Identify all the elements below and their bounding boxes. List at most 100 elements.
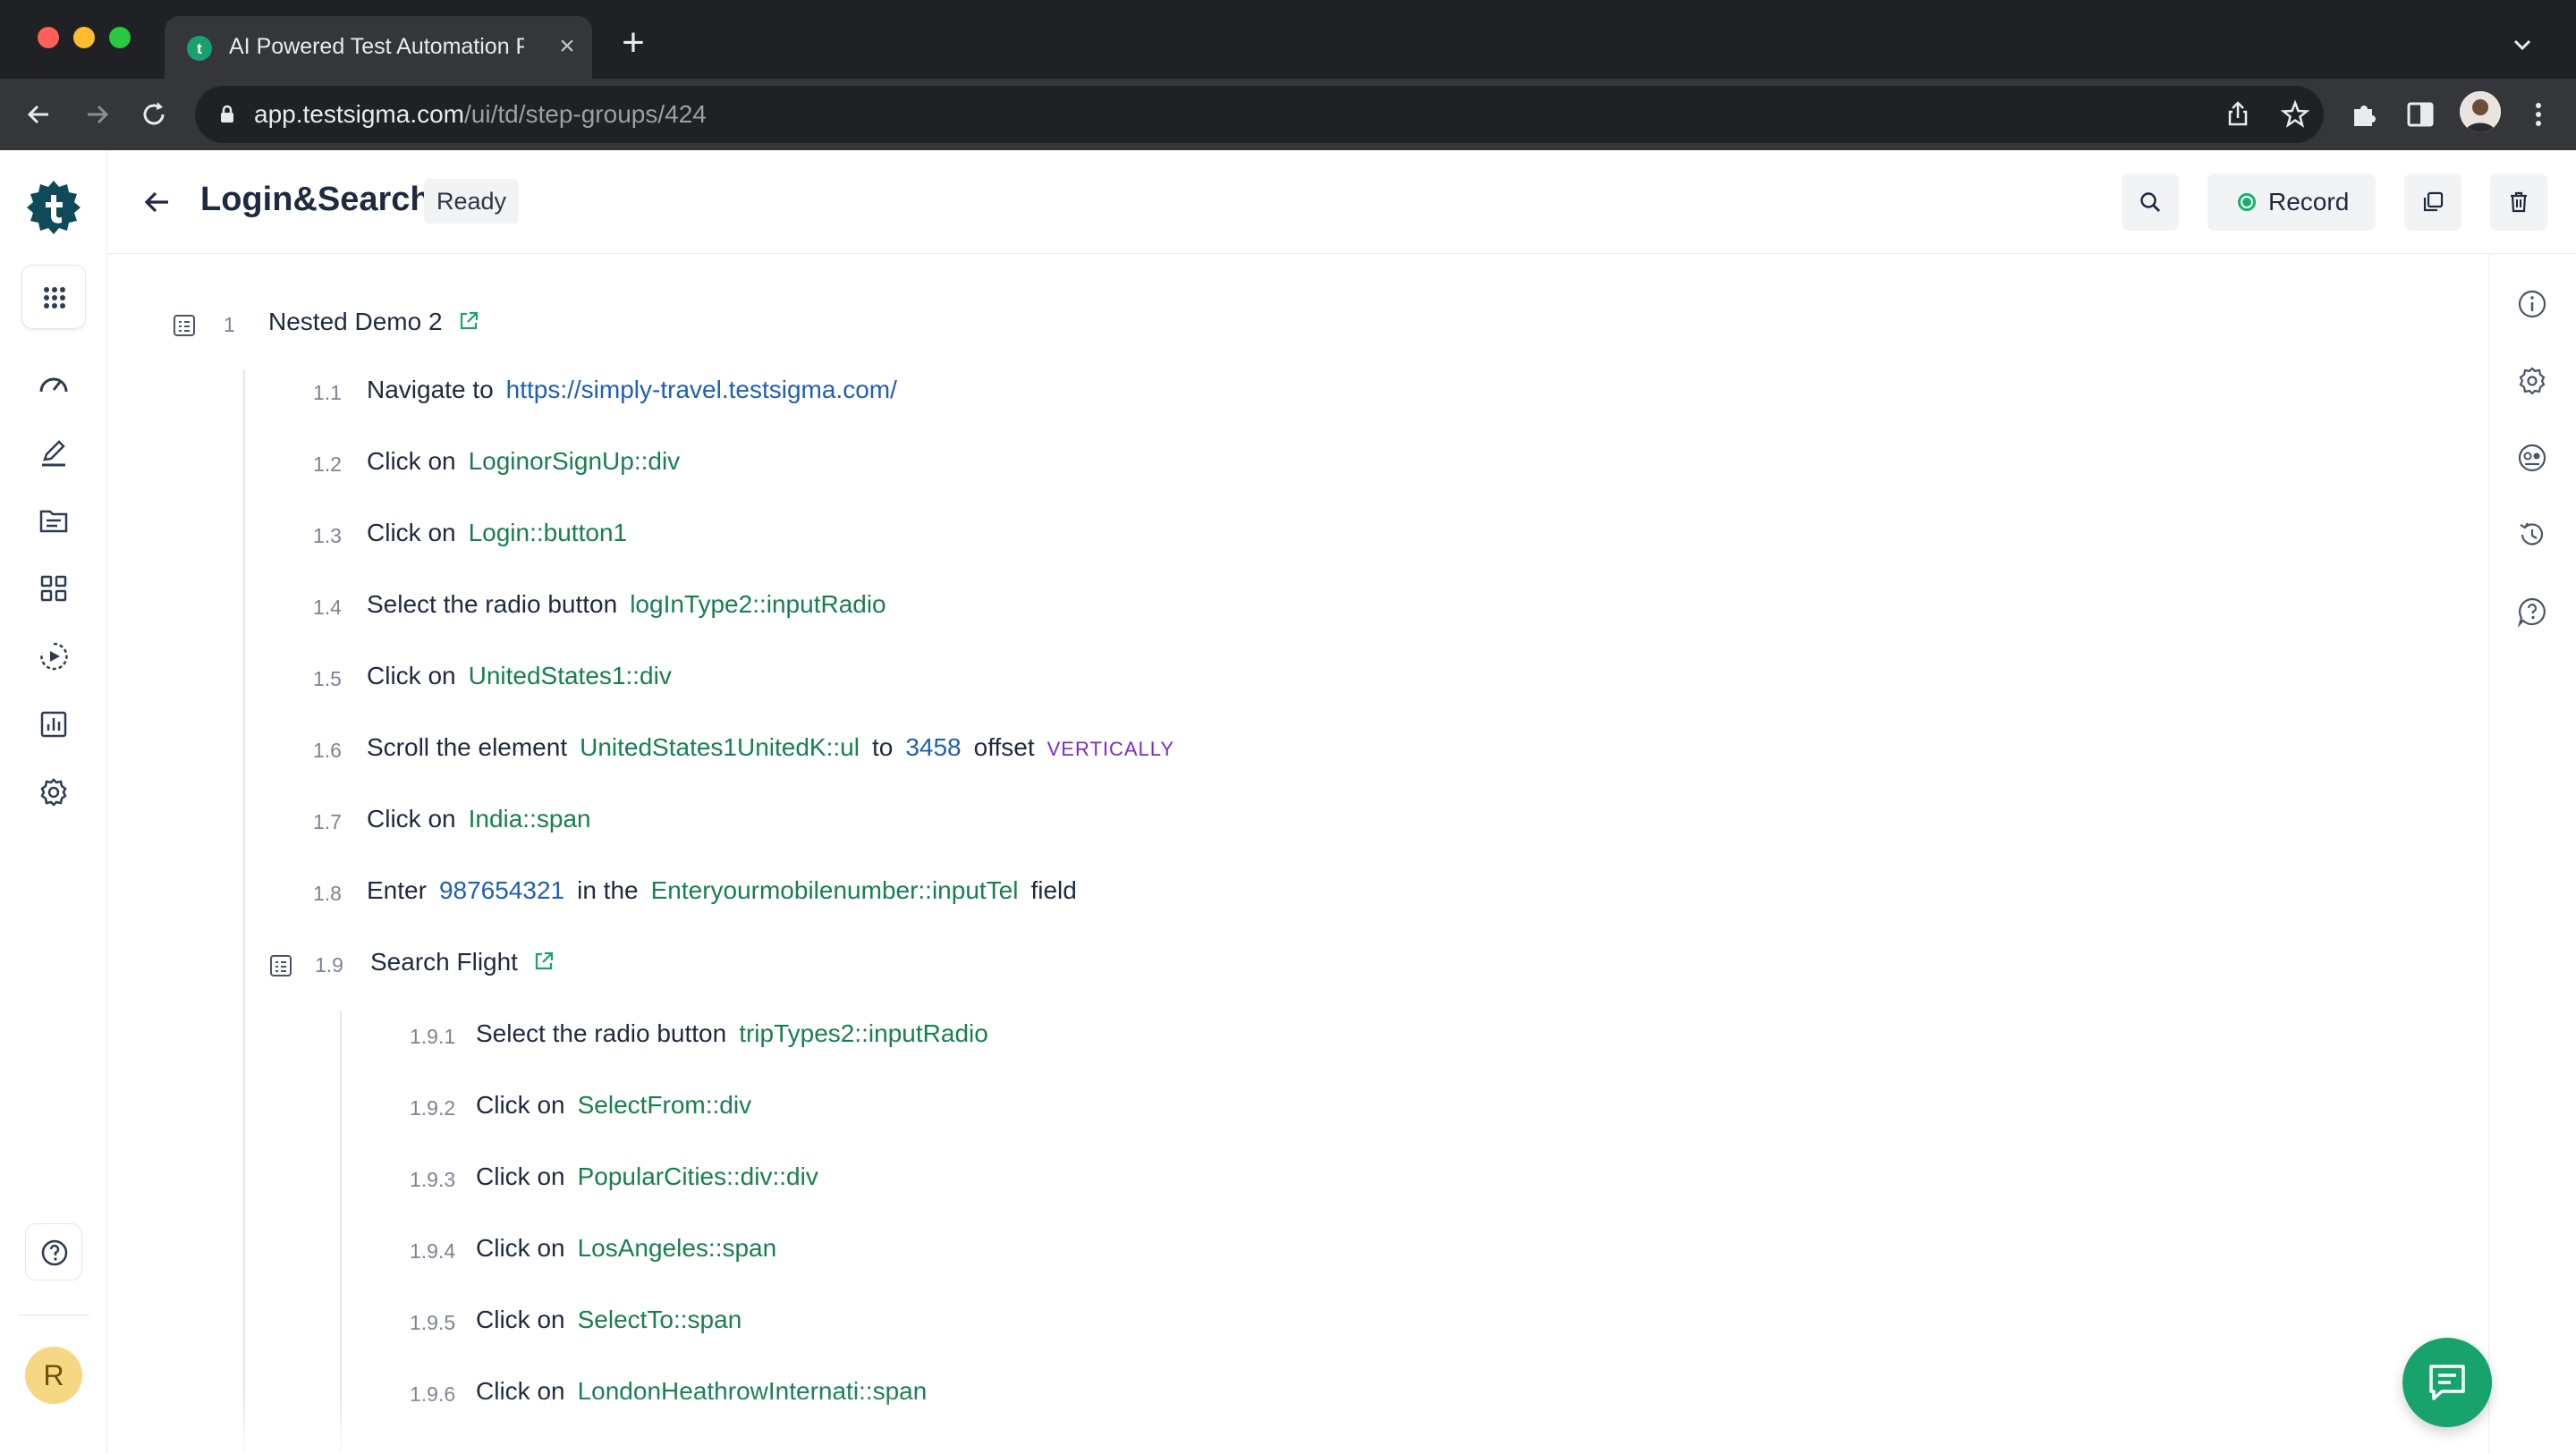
reports-chart-icon[interactable] — [36, 706, 72, 742]
step-group-row[interactable]: 1 Nested Demo 2 — [172, 299, 977, 352]
chat-message-icon — [2429, 1365, 2465, 1400]
maximize-window-button[interactable] — [109, 27, 131, 48]
step-text: Click on PopularCities::div::div — [476, 1162, 831, 1191]
action-text: Click on — [476, 1306, 565, 1333]
record-label: Record — [2268, 188, 2350, 216]
user-avatar[interactable]: R — [25, 1347, 82, 1404]
search-button[interactable] — [2122, 173, 2179, 231]
testsigma-logo-icon[interactable] — [25, 179, 82, 236]
settings-gear-icon[interactable] — [36, 774, 72, 810]
tab-search-chevron-icon[interactable] — [2504, 27, 2540, 63]
element-reference[interactable]: LondonHeathrowInternati::span — [578, 1377, 928, 1405]
address-bar[interactable]: app.testsigma.com/ui/td/step-groups/424 — [195, 86, 2324, 143]
step-row[interactable]: 1.9.4 Click on LosAngeles::span — [410, 1225, 1662, 1279]
step-row[interactable]: 1.9.6 Click on LondonHeathrowInternati::sp… — [410, 1368, 1662, 1422]
element-reference[interactable]: logInType2::inputRadio — [630, 590, 886, 618]
info-icon[interactable] — [2516, 288, 2548, 320]
element-reference[interactable]: SelectTo::span — [578, 1306, 742, 1333]
action-text: to — [871, 733, 894, 761]
reload-icon[interactable] — [136, 97, 172, 132]
tab-title: AI Powered Test Automation P — [229, 34, 524, 59]
element-reference[interactable]: SelectFrom::div — [578, 1091, 752, 1119]
step-number: 1.5 — [313, 667, 342, 690]
step-row[interactable]: 1.4 Select the radio button logInType2::in… — [313, 581, 1565, 635]
step-number: 1.9.6 — [410, 1382, 456, 1406]
element-reference[interactable]: PopularCities::div::div — [578, 1162, 818, 1190]
share-icon[interactable] — [2222, 98, 2254, 131]
element-reference[interactable]: LoginorSignUp::div — [469, 447, 681, 475]
back-arrow-icon[interactable] — [21, 97, 57, 132]
profile-avatar[interactable] — [2460, 91, 2501, 132]
minimize-window-button[interactable] — [73, 27, 95, 48]
step-text: Click on India::span — [367, 805, 604, 833]
help-button[interactable] — [25, 1223, 82, 1281]
action-text: Click on — [367, 662, 456, 689]
step-number: 1.9.2 — [410, 1096, 456, 1120]
test-data-icon[interactable] — [2516, 442, 2548, 474]
action-text: Click on — [476, 1234, 565, 1262]
record-dot-icon — [2238, 193, 2256, 211]
step-row[interactable]: 1.7 Click on India::span — [313, 796, 1565, 850]
dashboard-speedometer-icon[interactable] — [36, 367, 72, 402]
right-panel — [2488, 254, 2576, 1454]
test-value[interactable]: 987654321 — [439, 876, 564, 904]
step-row[interactable]: 1.2 Click on LoginorSignUp::div — [313, 438, 1565, 492]
history-icon[interactable] — [2516, 519, 2548, 551]
run-play-icon[interactable] — [36, 638, 72, 674]
step-row[interactable]: 1.8 Enter 987654321 in the Enteryourmobilenu… — [313, 867, 1565, 921]
test-value[interactable]: https://simply-travel.testsigma.com/ — [506, 376, 897, 403]
help-chat-icon[interactable] — [2516, 596, 2548, 628]
browser-menu-icon[interactable] — [2521, 97, 2556, 132]
element-reference[interactable]: UnitedStates1UnitedK::ul — [580, 733, 860, 761]
element-reference[interactable]: India::span — [469, 805, 591, 833]
element-reference[interactable]: Login::button1 — [469, 519, 628, 546]
nav-apps-button[interactable] — [21, 265, 86, 329]
delete-button[interactable] — [2490, 173, 2547, 231]
step-group-row[interactable]: 1.9 Search Flight — [268, 939, 1073, 993]
step-row[interactable]: 1.9.3 Click on PopularCities::div::div — [410, 1154, 1662, 1207]
step-row[interactable]: 1.1 Navigate to https://simply-travel.test… — [313, 367, 1565, 420]
folder-icon[interactable] — [36, 503, 72, 538]
step-row[interactable]: 1.9.1 Select the radio button tripTypes2::… — [410, 1010, 1662, 1064]
new-tab-button[interactable]: + — [614, 23, 653, 64]
action-text: Scroll the element — [367, 733, 568, 761]
extensions-puzzle-icon[interactable] — [2347, 97, 2383, 132]
record-button[interactable]: Record — [2207, 173, 2376, 231]
action-text: field — [1030, 876, 1077, 904]
testsigma-favicon-icon: t — [187, 36, 212, 61]
copy-button[interactable] — [2404, 173, 2462, 231]
step-text: Click on LoginorSignUp::div — [367, 447, 692, 476]
step-text: Select the radio button tripTypes2::input… — [476, 1019, 1001, 1048]
step-row[interactable]: 1.9.5 Click on SelectTo::span — [410, 1297, 1662, 1350]
open-external-icon[interactable] — [532, 950, 555, 973]
modules-grid-icon[interactable] — [36, 571, 72, 606]
browser-toolbar: app.testsigma.com/ui/td/step-groups/424 — [0, 79, 2576, 150]
direction-keyword[interactable]: VERTICALLY — [1047, 738, 1174, 760]
close-window-button[interactable] — [38, 27, 59, 48]
forward-arrow-icon[interactable] — [79, 97, 114, 132]
action-text: in the — [577, 876, 639, 904]
chat-support-button[interactable] — [2402, 1338, 2492, 1427]
back-arrow-icon[interactable] — [140, 184, 175, 220]
open-external-icon[interactable] — [457, 309, 480, 333]
browser-tab[interactable]: t AI Powered Test Automation P × — [165, 16, 592, 79]
test-value[interactable]: 3458 — [905, 733, 961, 761]
element-reference[interactable]: UnitedStates1::div — [469, 662, 672, 689]
tab-close-icon[interactable]: × — [549, 29, 585, 64]
element-reference[interactable]: tripTypes2::inputRadio — [739, 1019, 988, 1047]
step-row[interactable]: 1.3 Click on Login::button1 — [313, 510, 1565, 563]
search-icon — [2140, 192, 2160, 212]
side-panel-icon[interactable] — [2402, 97, 2438, 132]
action-text: Select the radio button — [367, 590, 618, 618]
action-text: Click on — [367, 447, 456, 475]
page-title: Login&Search — [200, 181, 431, 218]
settings-gear-icon[interactable] — [2516, 365, 2548, 397]
element-reference[interactable]: Enteryourmobilenumber::inputTel — [651, 876, 1019, 904]
step-row[interactable]: 1.6 Scroll the element UnitedStates1United… — [313, 724, 1565, 778]
step-row[interactable]: 1.9.2 Click on SelectFrom::div — [410, 1082, 1662, 1136]
edit-pencil-icon[interactable] — [36, 435, 72, 470]
element-reference[interactable]: LosAngeles::span — [578, 1234, 777, 1262]
step-row[interactable]: 1.5 Click on UnitedStates1::div — [313, 653, 1565, 706]
step-number: 1.6 — [313, 739, 342, 762]
bookmark-star-icon[interactable] — [2279, 98, 2311, 131]
